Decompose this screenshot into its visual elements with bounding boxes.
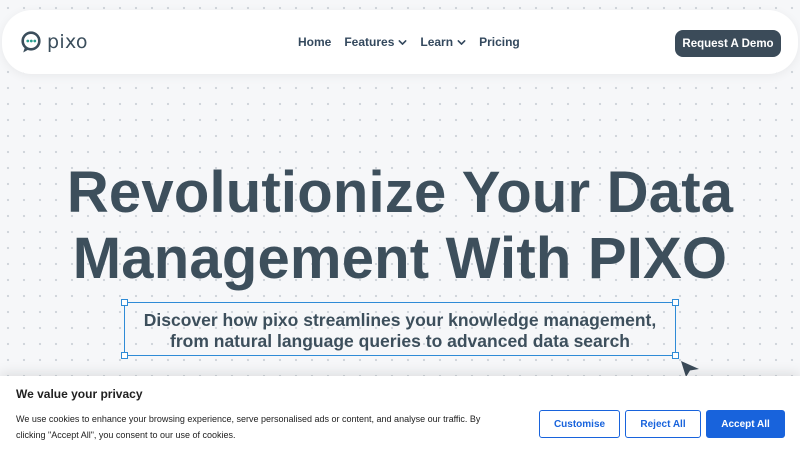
cookie-title: We value your privacy <box>16 387 143 401</box>
nav-home-label: Home <box>298 35 332 49</box>
nav-learn[interactable]: Learn <box>420 35 466 49</box>
logo[interactable]: pixo <box>20 30 88 54</box>
chevron-down-icon <box>457 39 466 45</box>
navbar: pixo Home Features Learn Pricing Request… <box>2 10 798 74</box>
hero-title-line-1: Revolutionize Your Data <box>66 160 734 225</box>
chevron-down-icon <box>398 39 407 45</box>
cookie-description-line-2: clicking "Accept All", you consent to ou… <box>16 430 236 440</box>
cookie-description: We use cookies to enhance your browsing … <box>16 411 516 443</box>
resize-handle-bottom-right[interactable] <box>672 352 679 359</box>
resize-handle-top-right[interactable] <box>672 299 679 306</box>
nav-features-label: Features <box>344 35 395 49</box>
customise-button[interactable]: Customise <box>539 410 620 438</box>
selection-box: Discover how pixo streamlines your knowl… <box>121 299 679 359</box>
cookie-banner: We value your privacy We use cookies to … <box>0 376 800 450</box>
hero-title-line-2: Management With PIXO <box>72 226 728 291</box>
reject-all-button[interactable]: Reject All <box>625 410 701 438</box>
main-nav: Home Features Learn Pricing <box>298 35 533 49</box>
request-demo-button[interactable]: Request A Demo <box>675 30 781 57</box>
pixo-logo-icon <box>21 31 41 53</box>
nav-pricing-label: Pricing <box>479 35 520 49</box>
nav-pricing[interactable]: Pricing <box>479 35 520 49</box>
cookie-description-line-1: We use cookies to enhance your browsing … <box>16 414 481 424</box>
resize-handle-bottom-left[interactable] <box>121 352 128 359</box>
resize-handle-top-left[interactable] <box>121 299 128 306</box>
logo-text: pixo <box>47 31 88 53</box>
hero-subtitle-line-1: Discover how pixo streamlines your knowl… <box>143 310 657 330</box>
hero-title: Revolutionize Your Data Management With … <box>0 160 800 292</box>
hero-subtitle-line-2: from natural language queries to advance… <box>170 331 630 351</box>
hero-subtitle: Discover how pixo streamlines your knowl… <box>125 310 675 352</box>
accept-all-button[interactable]: Accept All <box>706 410 785 438</box>
nav-learn-label: Learn <box>420 35 454 49</box>
nav-home[interactable]: Home <box>298 35 331 49</box>
nav-features[interactable]: Features <box>344 35 407 49</box>
